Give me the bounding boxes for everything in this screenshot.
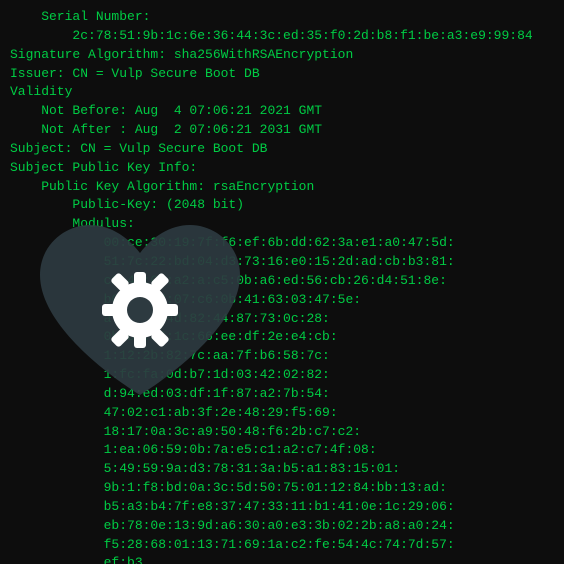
terminal-line: Not Before: Aug 4 07:06:21 2021 GMT bbox=[10, 102, 554, 121]
terminal-line: 1:ea:06:59:0b:7a:e5:c1:a2:c7:4f:08: bbox=[10, 441, 554, 460]
terminal-line: b0:33:57:07:c6:0b:41:63:03:47:5e: bbox=[10, 291, 554, 310]
terminal-line: Signature Algorithm: sha256WithRSAEncryp… bbox=[10, 46, 554, 65]
terminal-output: Serial Number: 2c:78:51:9b:1c:6e:36:44:3… bbox=[10, 8, 554, 564]
terminal-line: 47:02:c1:ab:3f:2e:48:29:f5:69: bbox=[10, 404, 554, 423]
terminal-line: Modulus: bbox=[10, 215, 554, 234]
terminal-line: Issuer: CN = Vulp Secure Boot DB bbox=[10, 65, 554, 84]
terminal-line: 5:49:59:9a:d3:78:31:3a:b5:a1:83:15:01: bbox=[10, 460, 554, 479]
terminal-line: a:98:37:4d:82:44:87:73:0c:28: bbox=[10, 310, 554, 329]
terminal-line: 1:12:2b:82:7c:aa:7f:b6:58:7c: bbox=[10, 347, 554, 366]
terminal-line: Not After : Aug 2 07:06:21 2031 GMT bbox=[10, 121, 554, 140]
terminal-line: f5:28:68:01:13:71:69:1a:c2:fe:54:4c:74:7… bbox=[10, 536, 554, 555]
terminal-line: ef:b3 bbox=[10, 554, 554, 564]
terminal-line: Subject Public Key Info: bbox=[10, 159, 554, 178]
terminal-line: Subject: CN = Vulp Secure Boot DB bbox=[10, 140, 554, 159]
terminal-line: 18:17:0a:3c:a9:50:48:f6:2b:c7:c2: bbox=[10, 423, 554, 442]
terminal-line: Serial Number: bbox=[10, 8, 554, 27]
terminal-line: Public Key Algorithm: rsaEncryption bbox=[10, 178, 554, 197]
terminal-line: eb:78:0e:13:9d:a6:30:a0:e3:3b:02:2b:a8:a… bbox=[10, 517, 554, 536]
terminal-line: Public-Key: (2048 bit) bbox=[10, 196, 554, 215]
terminal-line: Validity bbox=[10, 83, 554, 102]
terminal-line: d:94:ed:03:df:1f:87:a2:7b:54: bbox=[10, 385, 554, 404]
terminal-line: 1:fc:fa:0d:b7:1d:03:42:02:82: bbox=[10, 366, 554, 385]
terminal-line: b5:a3:b4:7f:e8:37:47:33:11:b1:41:0e:1c:2… bbox=[10, 498, 554, 517]
terminal-line: 51:7c:22:bd:04:d3:73:16:e0:15:2d:ad:cb:b… bbox=[10, 253, 554, 272]
terminal-line: c2:4e:01:a2:a:c5:0b:a6:ed:56:cb:26:d4:51… bbox=[10, 272, 554, 291]
terminal-line: 9b:1:f8:bd:0a:3c:5d:50:75:01:12:84:bb:13… bbox=[10, 479, 554, 498]
terminal-line: 2c:78:51:9b:1c:6e:36:44:3c:ed:35:f0:2d:b… bbox=[10, 27, 554, 46]
terminal: Serial Number: 2c:78:51:9b:1c:6e:36:44:3… bbox=[0, 0, 564, 564]
terminal-line: 0b:b8:35:1c:66:ee:df:2e:e4:cb: bbox=[10, 328, 554, 347]
terminal-line: 00:ce:30:19:7f:f6:ef:6b:dd:62:3a:e1:a0:4… bbox=[10, 234, 554, 253]
